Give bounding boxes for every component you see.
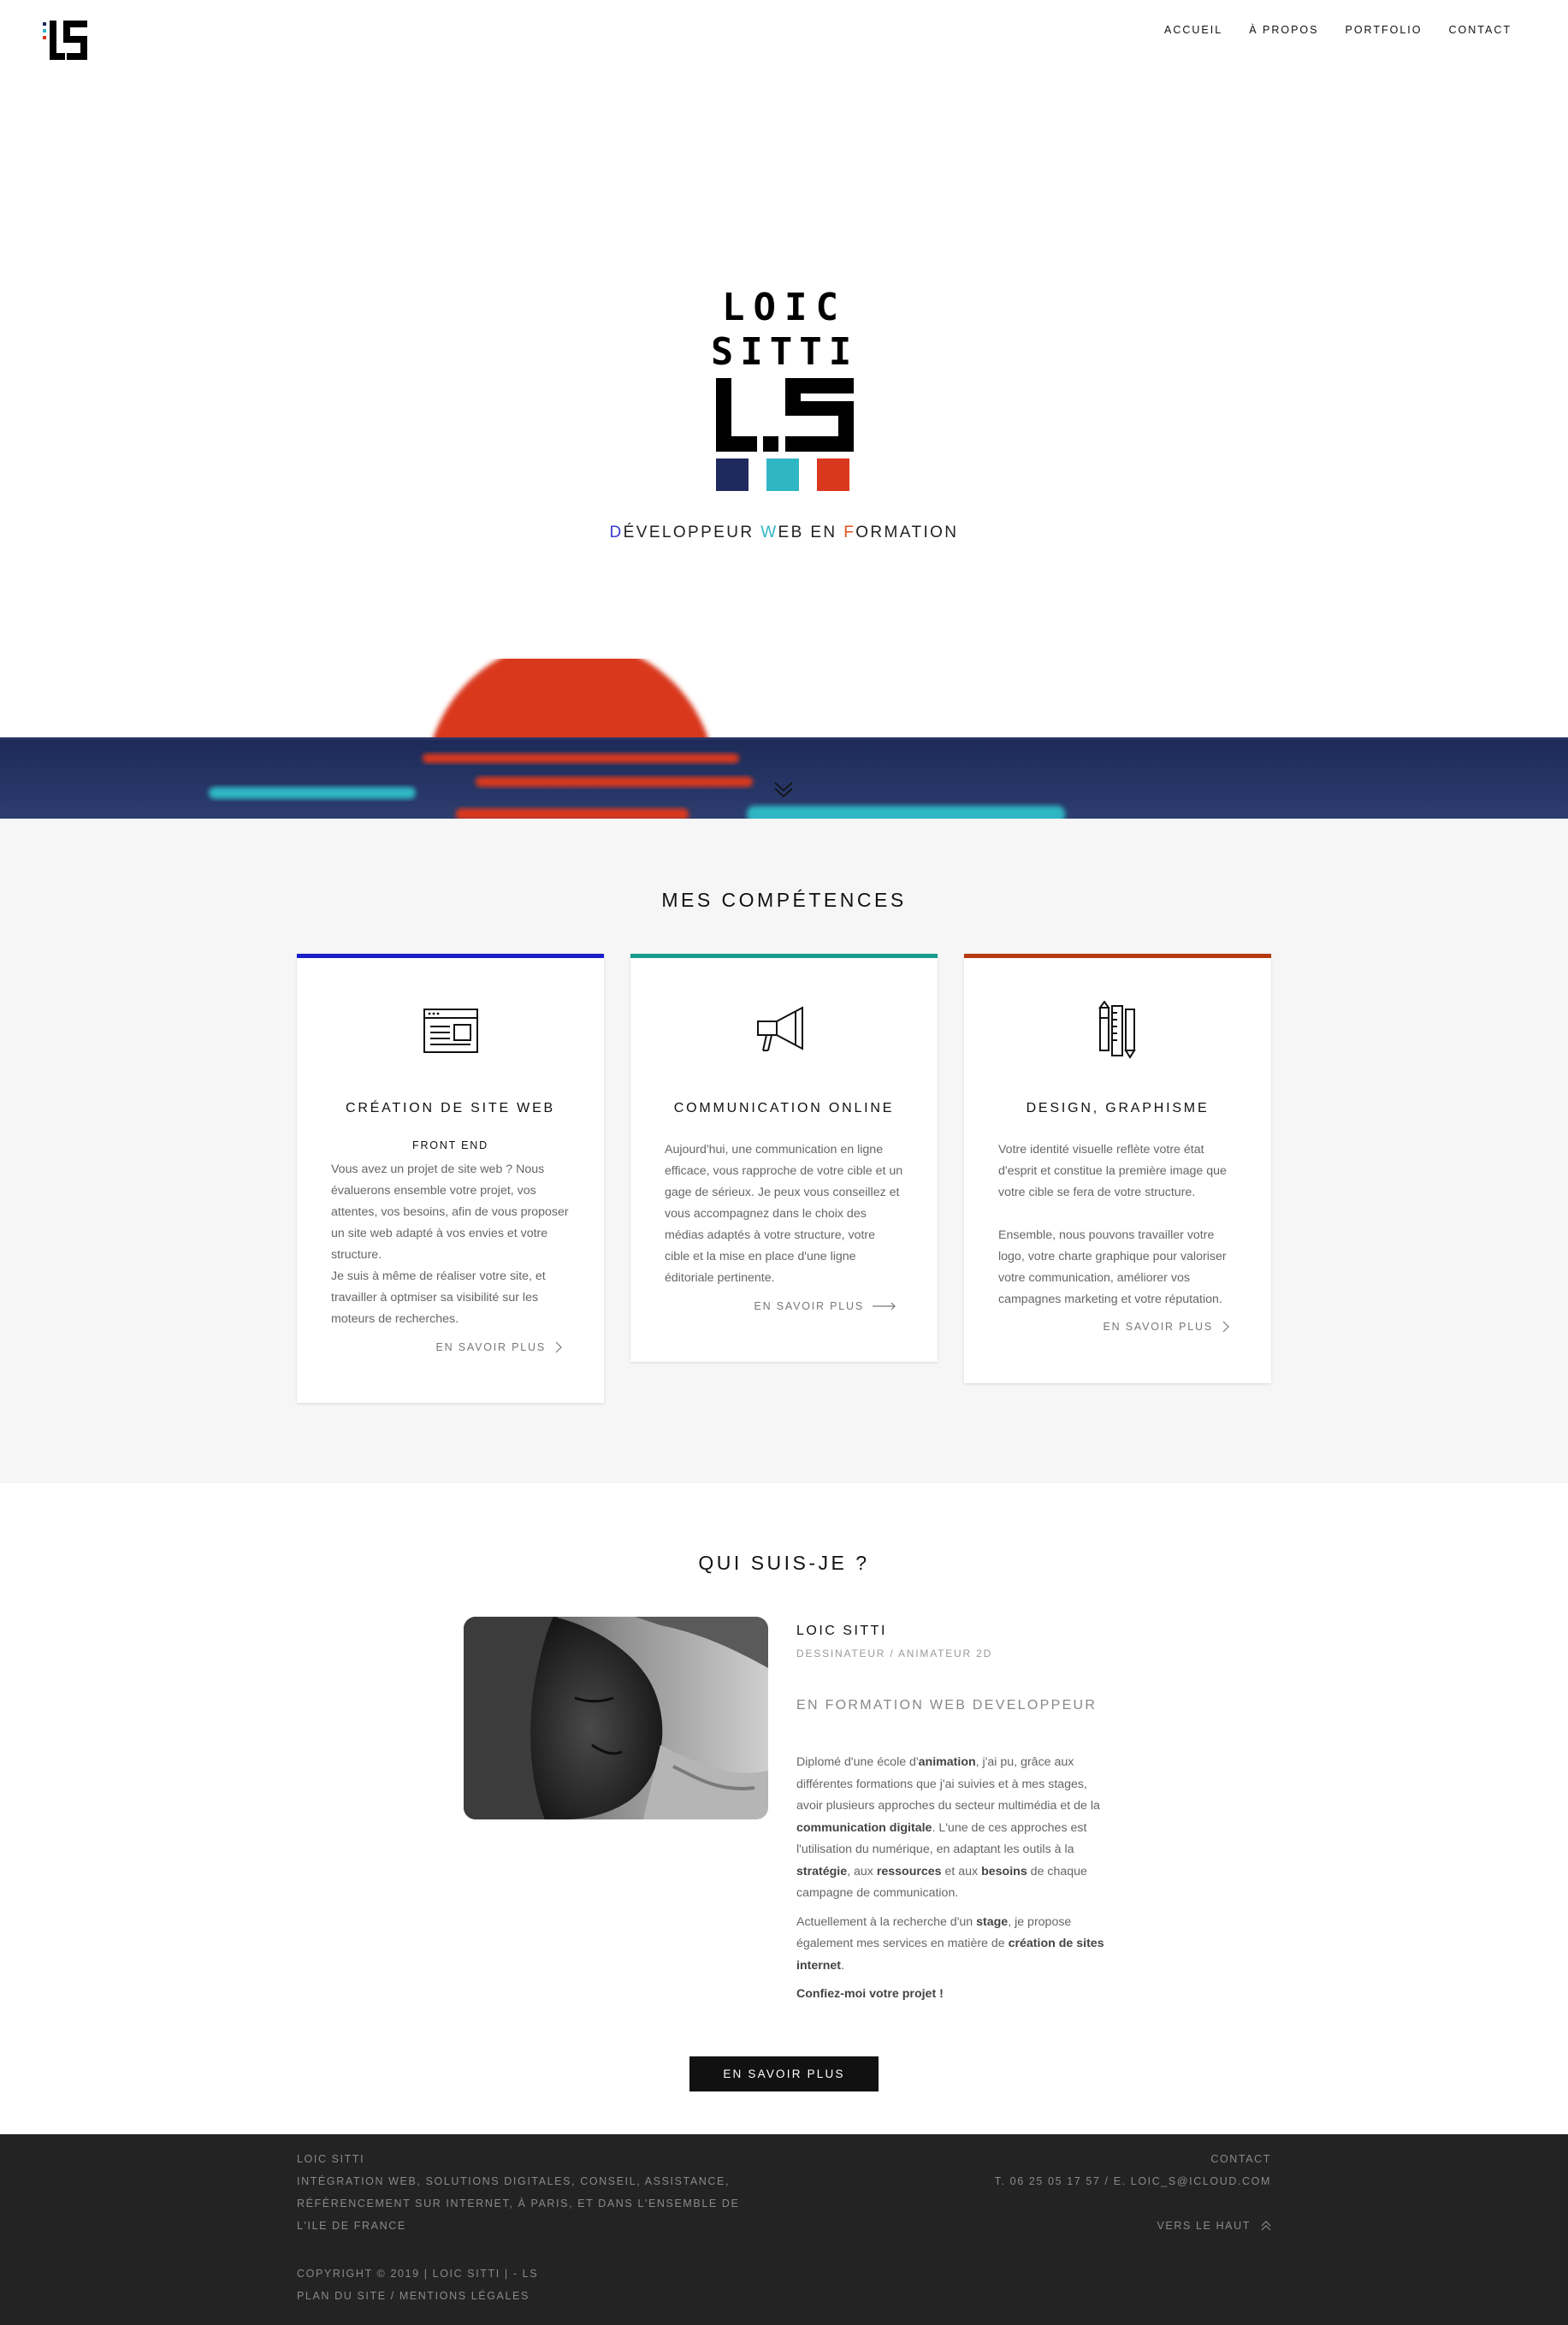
card-more-label: EN SAVOIR PLUS <box>754 1300 864 1312</box>
about-subtitle: EN FORMATION WEB DEVELOPPEUR <box>796 1698 1098 1713</box>
nav-accueil[interactable]: ACCUEIL <box>1164 24 1222 36</box>
nav-a-propos[interactable]: À PROPOS <box>1249 24 1318 36</box>
site-footer: LOIC SITTI INTÉGRATION WEB, SOLUTIONS DI… <box>0 2134 1568 2325</box>
about-more-button[interactable]: EN SAVOIR PLUS <box>689 2056 879 2091</box>
footer-contact-title[interactable]: CONTACT <box>995 2148 1271 2170</box>
footer-contact-info: T. 06 25 05 17 57 / E. LOIC_S@ICLOUD.COM <box>994 2175 1271 2187</box>
footer-description: INTÉGRATION WEB, SOLUTIONS DIGITALES, CO… <box>297 2175 740 2232</box>
hero-logo: LOIC SITTI <box>713 289 855 491</box>
nav-contact[interactable]: CONTACT <box>1449 24 1512 36</box>
portrait-photo <box>464 1617 768 1819</box>
card-title: CRÉATION DE SITE WEB <box>345 1101 556 1115</box>
about-paragraph-1: Diplomé d'une école d'animation, j'ai pu… <box>796 1755 1100 1900</box>
card-more-link[interactable]: EN SAVOIR PLUS <box>436 1341 563 1353</box>
card-text: Vous avez un projet de site web ? Nous é… <box>331 1162 569 1326</box>
about-text: Diplomé d'une école d'animation, j'ai pu… <box>796 1752 1109 2013</box>
main-nav: ACCUEIL À PROPOS PORTFOLIO CONTACT <box>1164 24 1512 36</box>
card-text: Aujourd'hui, une communication en ligne … <box>665 1143 903 1285</box>
skills-title: MES COMPÉTENCES <box>661 889 907 911</box>
nav-portfolio[interactable]: PORTFOLIO <box>1345 24 1422 36</box>
tagline-letter-f: F <box>843 524 856 541</box>
tagline-letter-w: W <box>760 524 778 541</box>
footer-legal: COPYRIGHT © 2019 | LOIC SITTI | - LS PLA… <box>297 2263 759 2307</box>
card-more-label: EN SAVOIR PLUS <box>1103 1321 1213 1333</box>
about-name: LOIC SITTI <box>796 1624 887 1638</box>
tagline-part3: ORMATION <box>855 524 959 541</box>
orange-square <box>817 458 849 491</box>
card-title: COMMUNICATION ONLINE <box>673 1101 895 1115</box>
about-title: QUI SUIS-JE ? <box>698 1552 870 1574</box>
skill-card-design: DESIGN, GRAPHISME Votre identité visuell… <box>964 954 1271 1383</box>
card-subtitle: FRONT END <box>412 1139 488 1151</box>
skills-section: MES COMPÉTENCES CRÉATION DE SITE WEB FRO… <box>0 819 1568 1483</box>
navy-square <box>716 458 748 491</box>
chevron-right-icon <box>1222 1321 1229 1333</box>
chevron-right-icon <box>555 1341 562 1353</box>
tagline-part1: ÉVELOPPEUR <box>623 524 761 541</box>
about-role: DESSINATEUR / ANIMATEUR 2D <box>796 1648 993 1659</box>
about-paragraph-2: Actuellement à la recherche d'un stage, … <box>796 1914 1104 1973</box>
hero-logo-line2: SITTI <box>713 330 855 374</box>
tagline-part2: EB EN <box>778 524 844 541</box>
card-title: DESIGN, GRAPHISME <box>1026 1101 1210 1115</box>
back-to-top-link[interactable]: VERS LE HAUT <box>995 2215 1271 2237</box>
double-chevron-up-icon <box>1261 2221 1271 2231</box>
footer-name: LOIC SITTI <box>297 2153 365 2165</box>
skill-card-communication: COMMUNICATION ONLINE Aujourd'hui, une co… <box>630 954 938 1362</box>
arrow-right-icon <box>873 1302 896 1310</box>
scroll-down-icon[interactable] <box>772 778 795 801</box>
footer-right: CONTACT T. 06 25 05 17 57 / E. LOIC_S@IC… <box>995 2148 1271 2237</box>
cyan-square <box>766 458 799 491</box>
design-tools-icon <box>1098 1001 1136 1059</box>
back-to-top-label: VERS LE HAUT <box>1157 2220 1251 2232</box>
card-more-link[interactable]: EN SAVOIR PLUS <box>1104 1321 1230 1333</box>
footer-left: LOIC SITTI INTÉGRATION WEB, SOLUTIONS DI… <box>297 2148 759 2237</box>
card-more-label: EN SAVOIR PLUS <box>435 1341 546 1353</box>
footer-links[interactable]: PLAN DU SITE / MENTIONS LÉGALES <box>297 2285 759 2307</box>
site-header: ACCUEIL À PROPOS PORTFOLIO CONTACT <box>0 0 1568 82</box>
footer-copyright: COPYRIGHT © 2019 | LOIC SITTI | - LS <box>297 2268 539 2280</box>
about-paragraph-3: Confiez-moi votre projet ! <box>796 1987 944 2001</box>
skill-card-web: CRÉATION DE SITE WEB FRONT END Vous avez… <box>297 954 604 1403</box>
tagline-letter-d: D <box>609 524 624 541</box>
site-logo-icon[interactable] <box>43 21 91 65</box>
card-text: Votre identité visuelle reflète votre ét… <box>998 1143 1227 1306</box>
browser-window-icon <box>423 1009 478 1053</box>
card-more-link[interactable]: EN SAVOIR PLUS <box>754 1300 896 1312</box>
hero-logo-mark <box>716 378 854 452</box>
hero-tagline: DÉVELOPPEUR WEB EN FORMATION <box>0 524 1568 542</box>
megaphone-icon <box>756 1006 803 1051</box>
hero-logo-line1: LOIC <box>722 289 847 329</box>
